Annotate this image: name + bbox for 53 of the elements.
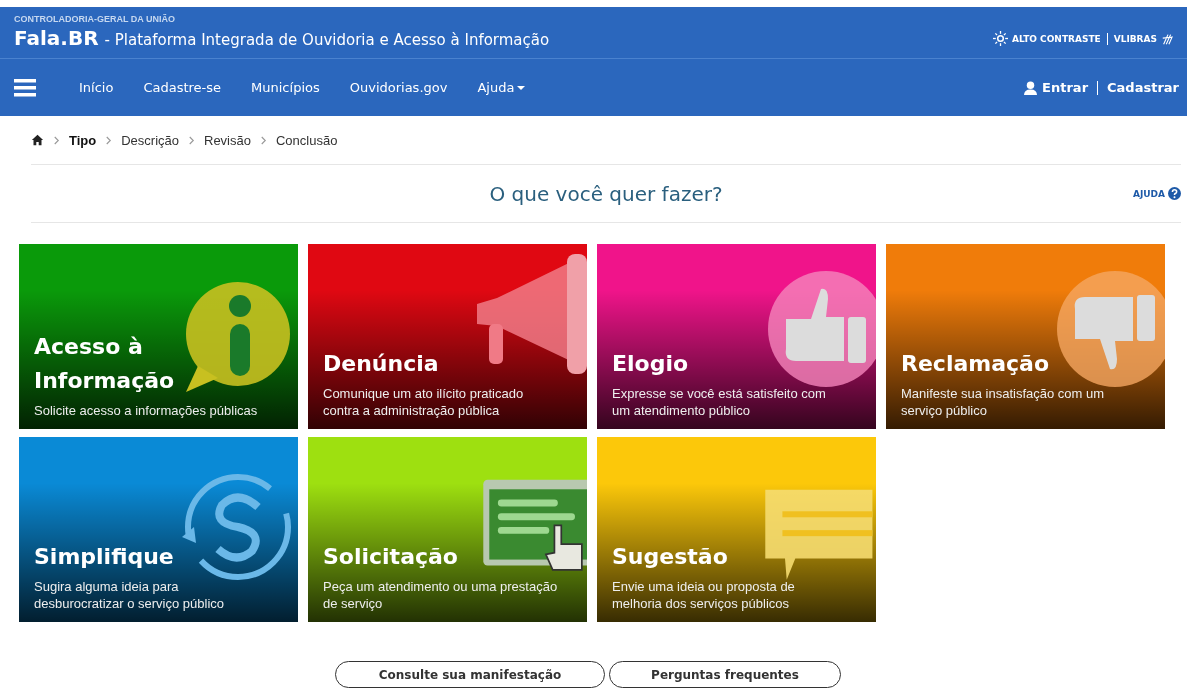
contrast-link[interactable]: ALTO CONTRASTE [992,31,1101,46]
user-icon [1024,80,1038,95]
site-subtitle: - Plataforma Integrada de Ouvidoria e Acesso à Informação [104,31,550,49]
card-title: Acesso à Informação [34,333,176,395]
card-description: Sugira alguma ideia para desburocratizar o serviço público [34,578,226,612]
card-description: Manifeste sua insatisfação com um serviço público [901,385,1106,419]
card-title: Reclamação [901,350,1051,378]
service-card[interactable]: Denúncia Comunique um ato ilícito praticado contra a administração pública [308,244,587,429]
card-title: Solicitação [323,543,459,571]
link-button[interactable]: Consulte sua manifestação [335,661,605,688]
page-heading: O que você quer fazer? [489,181,723,206]
register-link[interactable]: Cadastrar [1107,80,1179,95]
nav-link[interactable]: Cadastre-se [143,80,222,95]
service-card[interactable]: Elogio Expresse se você está satisfeito com um atendimento público [597,244,876,429]
chevron-icon [53,135,60,145]
login-link[interactable]: Entrar [1024,80,1089,95]
sun-icon [992,31,1008,46]
thumbs-up-icon [766,269,876,389]
service-card[interactable]: Sugestão Envie uma ideia ou proposta de melhoria dos serviços públicos [597,437,876,622]
card-description: Envie uma ideia ou proposta de melhoria dos serviços públicos [612,578,796,612]
service-card[interactable]: Acesso à Informação Solicite acesso a informações públicas [19,244,298,429]
chevron-icon [188,135,195,145]
breadcrumb-step: Tipo [69,132,97,148]
service-card[interactable]: Reclamação Manifeste sua insatisfação com um serviço público [886,244,1165,429]
card-title: Elogio [612,350,690,378]
nav-link[interactable]: Ouvidorias.gov [349,80,448,95]
agency-name: CONTROLADORIA-GERAL DA UNIÃO [14,14,176,24]
breadcrumb-step: Conclusão [275,132,338,148]
sign-language-link[interactable]: VLIBRAS [1113,31,1175,46]
link-button[interactable]: Perguntas frequentes [609,661,841,688]
card-description: Comunique um ato ilícito praticado contra a administração pública [323,385,525,419]
thumbs-down-icon [1055,269,1165,389]
nav-link[interactable]: Municípios [251,80,320,95]
card-title: Sugestão [612,543,729,571]
card-description: Peça um atendimento ou uma prestação de serviço [323,578,558,612]
card-title: Simplifique [34,543,175,571]
help-link[interactable]: AJUDA [1132,187,1181,200]
chevron-icon [105,135,113,145]
card-description: Solicite acesso a informações públicas [34,402,259,419]
menu-icon[interactable] [14,78,36,97]
card-title: Denúncia [323,350,440,378]
home-icon[interactable] [31,134,44,146]
help-icon [1168,187,1181,200]
breadcrumb-step: Descrição [121,132,179,148]
hand-icon [1161,31,1175,46]
card-description: Expresse se você está satisfeito com um atendimento público [612,385,827,419]
nav-link[interactable]: Início [79,80,114,95]
site-logo[interactable]: Fala.BR [14,26,99,50]
service-card[interactable]: Simplifique Sugira alguma ideia para desburocratizar o serviço público [19,437,298,622]
breadcrumb-step: Revisão [204,132,251,148]
chevron-icon [259,135,267,145]
service-card[interactable]: Solicitação Peça um atendimento ou uma prestação de serviço [308,437,587,622]
nav-dropdown[interactable]: Ajuda [477,80,526,95]
